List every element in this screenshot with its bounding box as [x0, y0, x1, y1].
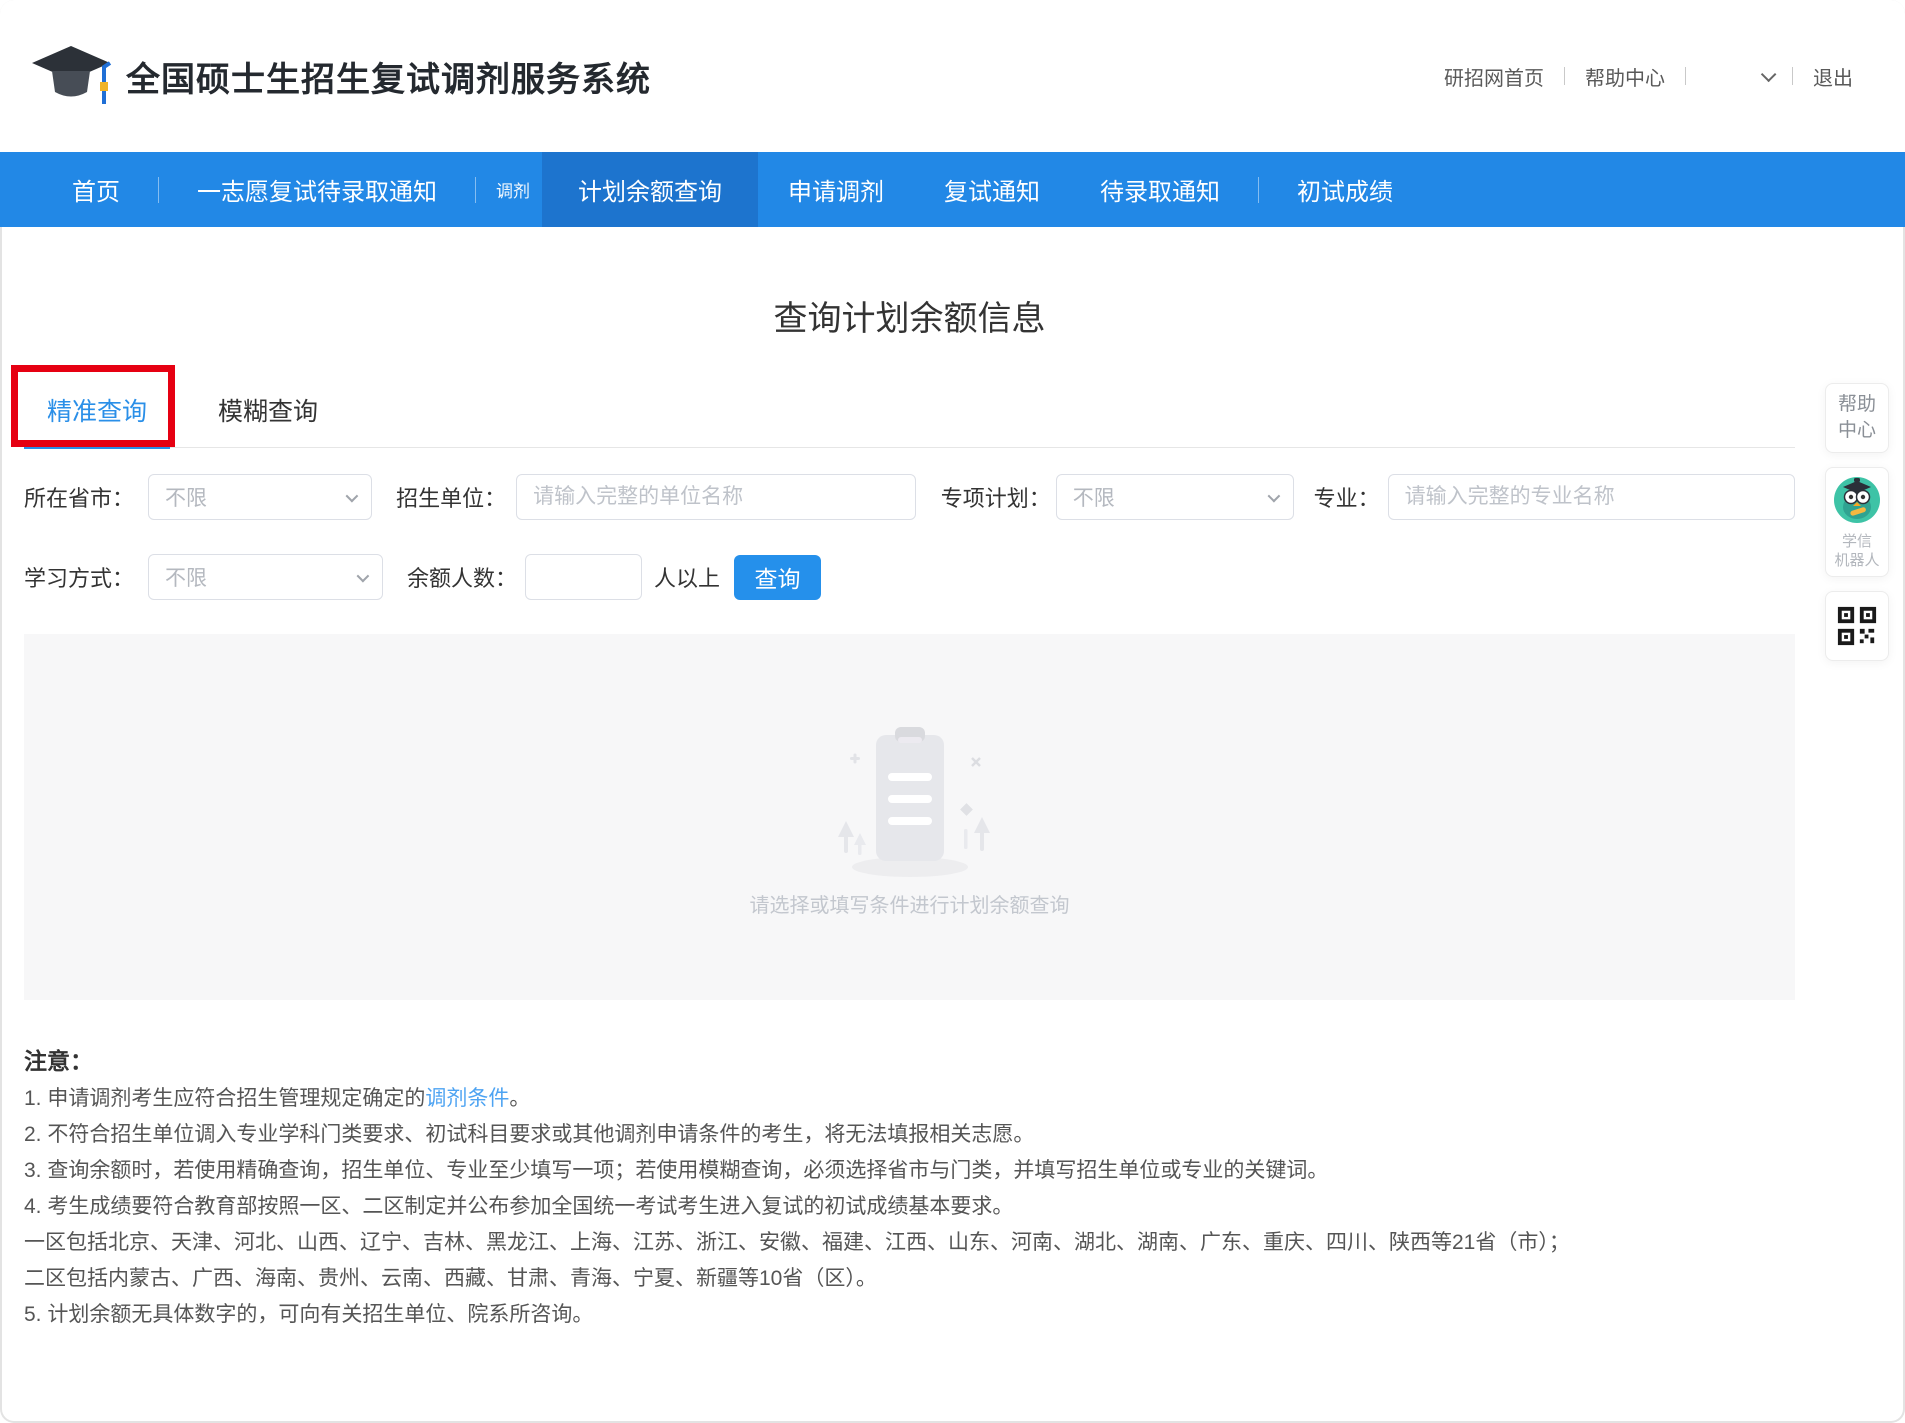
brand: 全国硕士生招生复试调剂服务系统: [30, 44, 651, 108]
chevron-down-icon: [1761, 66, 1777, 82]
qrcode-icon: [1836, 605, 1878, 647]
user-menu-dropdown[interactable]: [1706, 71, 1772, 82]
note-line-1: 1. 申请调剂考生应符合招生管理规定确定的调剂条件。: [24, 1088, 1795, 1110]
nav-item-home[interactable]: 首页: [42, 172, 150, 207]
header-links: 研招网首页 帮助中心 退出: [1444, 62, 1853, 91]
help-widget-line2: 中心: [1826, 418, 1888, 444]
tab-precise-query[interactable]: 精准查询: [24, 372, 170, 447]
note-line-4a: 一区包括北京、天津、河北、山西、辽宁、吉林、黑龙江、上海、江苏、浙江、安徽、福建…: [24, 1232, 1795, 1254]
floating-widgets: 帮助 中心 学信 机器人: [1825, 383, 1889, 661]
major-label: 专业：: [1314, 481, 1380, 513]
nav-item-initial-exam-scores[interactable]: 初试成绩: [1267, 172, 1423, 207]
study-mode-select-value: 不限: [165, 562, 207, 592]
divider: [475, 177, 476, 203]
quota-label: 余额人数：: [407, 561, 517, 593]
study-mode-label: 学习方式：: [24, 561, 134, 593]
quota-suffix: 人以上: [654, 561, 720, 593]
main-content: 查询计划余额信息 精准查询 模糊查询 所在省市： 不限 招生单位： 专项计划：: [24, 291, 1795, 1326]
divider: [1258, 177, 1259, 203]
nav-group-label-tiaoji: 调剂: [484, 177, 542, 202]
query-form: 所在省市： 不限 招生单位： 专项计划： 不限 专业： 学习方式： 不限: [24, 474, 1795, 600]
help-center-widget[interactable]: 帮助 中心: [1825, 383, 1889, 453]
notes-section: 注意： 1. 申请调剂考生应符合招生管理规定确定的调剂条件。 2. 不符合招生单…: [24, 1042, 1795, 1326]
robot-widget-label: 学信 机器人: [1826, 532, 1888, 570]
tab-fuzzy-query-label: 模糊查询: [218, 392, 318, 428]
graduation-cap-logo-icon: [30, 44, 112, 108]
note-line-3: 3. 查询余额时，若使用精确查询，招生单位、专业至少填写一项；若使用模糊查询，必…: [24, 1160, 1795, 1182]
province-select-value: 不限: [165, 482, 207, 512]
logout-link[interactable]: 退出: [1813, 62, 1853, 91]
major-input[interactable]: [1388, 474, 1795, 520]
note-line-2: 2. 不符合招生单位调入专业学科门类要求、初试科目要求或其他调剂申请条件的考生，…: [24, 1124, 1795, 1146]
qrcode-widget[interactable]: [1825, 591, 1889, 661]
form-row-1: 所在省市： 不限 招生单位： 专项计划： 不限 专业：: [24, 474, 1795, 520]
app-title: 全国硕士生招生复试调剂服务系统: [126, 52, 651, 101]
unit-input[interactable]: [516, 474, 916, 520]
search-button[interactable]: 查询: [734, 555, 821, 600]
nav-item-pending-admission-notice[interactable]: 待录取通知: [1070, 172, 1250, 207]
note-line-5: 5. 计划余额无具体数字的，可向有关招生单位、院系所咨询。: [24, 1304, 1795, 1326]
divider: [1792, 67, 1793, 85]
note-line-4: 4. 考生成绩要符合教育部按照一区、二区制定并公布参加全国统一考试考生进入复试的…: [24, 1196, 1795, 1218]
nav-item-retest-notice[interactable]: 复试通知: [914, 172, 1070, 207]
active-tab-underline: [24, 445, 170, 449]
help-widget-line1: 帮助: [1826, 392, 1888, 418]
nav-item-apply-tiaoji[interactable]: 申请调剂: [758, 172, 914, 207]
nav-item-first-choice-admission-notice[interactable]: 一志愿复试待录取通知: [167, 172, 467, 207]
province-select[interactable]: 不限: [148, 474, 372, 520]
tiaoji-conditions-link[interactable]: 调剂条件: [425, 1087, 509, 1110]
study-mode-select[interactable]: 不限: [148, 554, 383, 600]
empty-hint-text: 请选择或填写条件进行计划余额查询: [750, 889, 1070, 918]
tab-precise-query-label: 精准查询: [47, 392, 147, 428]
unit-label: 招生单位：: [396, 481, 506, 513]
special-plan-label: 专项计划：: [941, 481, 1051, 513]
tab-fuzzy-query[interactable]: 模糊查询: [215, 372, 321, 447]
chevron-down-icon: [1267, 489, 1280, 502]
chevron-down-icon: [346, 489, 359, 502]
note-line-4b: 二区包括内蒙古、广西、海南、贵州、云南、西藏、甘肃、青海、宁夏、新疆等10省（区…: [24, 1268, 1795, 1290]
special-plan-select[interactable]: 不限: [1056, 474, 1294, 520]
divider: [158, 177, 159, 203]
nav-item-plan-quota-query[interactable]: 计划余额查询: [542, 152, 758, 227]
province-label: 所在省市：: [24, 481, 134, 513]
main-nav: 首页 一志愿复试待录取通知 调剂 计划余额查询 申请调剂 复试通知 待录取通知 …: [0, 152, 1905, 227]
empty-clipboard-illustration: [790, 717, 1030, 885]
chatbot-widget[interactable]: 学信 机器人: [1825, 467, 1889, 577]
divider: [1685, 67, 1686, 85]
form-row-2: 学习方式： 不限 余额人数： 人以上 查询: [24, 554, 1795, 600]
robot-avatar-icon: [1833, 476, 1881, 524]
page-root: 全国硕士生招生复试调剂服务系统 研招网首页 帮助中心 退出 首页 一志愿复试待录…: [0, 0, 1905, 1423]
header: 全国硕士生招生复试调剂服务系统 研招网首页 帮助中心 退出: [0, 0, 1905, 152]
chevron-down-icon: [357, 569, 370, 582]
special-plan-select-value: 不限: [1073, 482, 1115, 512]
page-title: 查询计划余额信息: [24, 291, 1795, 340]
divider: [1564, 67, 1565, 85]
empty-result-panel: 请选择或填写条件进行计划余额查询: [24, 634, 1795, 1000]
yanzhao-home-link[interactable]: 研招网首页: [1444, 62, 1544, 91]
query-tabs: 精准查询 模糊查询: [24, 372, 1795, 448]
quota-input[interactable]: [525, 554, 642, 600]
help-center-link[interactable]: 帮助中心: [1585, 62, 1665, 91]
notes-title: 注意：: [24, 1042, 1795, 1076]
